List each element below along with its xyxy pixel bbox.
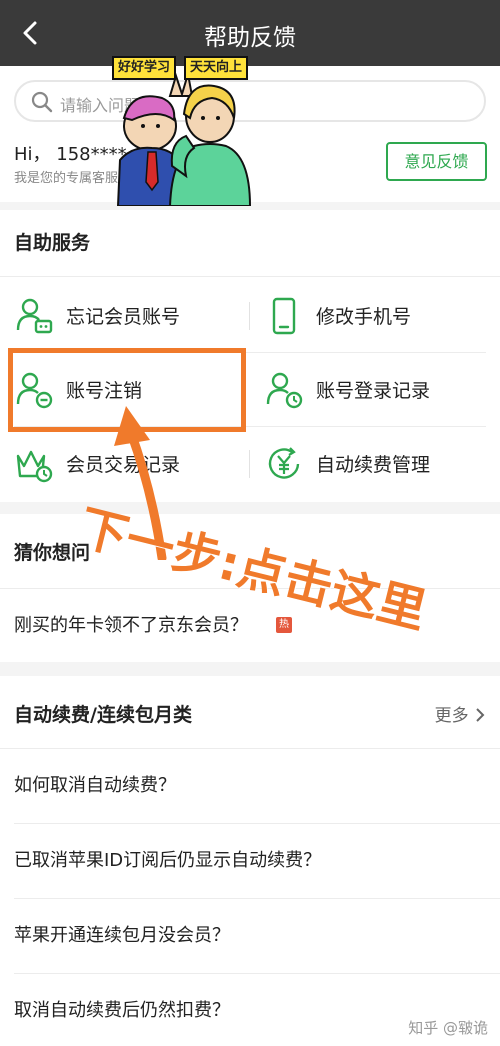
faq-row[interactable]: 苹果开通连续包月没会员？: [0, 898, 500, 972]
question-text: 取消自动续费后仍然扣费？: [14, 1000, 230, 1021]
service-label: 忘记会员账号: [66, 306, 181, 328]
search-icon: [31, 91, 53, 113]
auto-renew-section: 自动续费/连续包月类 更多 如何取消自动续费？ 已取消苹果ID订阅后仍显示自动续…: [0, 676, 500, 1046]
question-text: 如何取消自动续费？: [14, 775, 176, 796]
service-label: 自动续费管理: [316, 454, 431, 476]
yen-cycle-icon: [268, 447, 300, 479]
self-service-title: 自助服务: [14, 232, 91, 254]
page-title: 帮助反馈: [204, 25, 296, 51]
auto-renew-title: 自动续费/连续包月类: [14, 704, 192, 726]
chevron-right-icon: [476, 708, 485, 722]
sticker-tag-progress: 天天向上: [184, 56, 249, 80]
question-text: 刚买的年卡领不了京东会员？: [14, 615, 248, 636]
sticker-tag-study: 好好学习: [112, 56, 177, 80]
divider: [0, 276, 500, 277]
service-forgot-account[interactable]: 忘记会员账号: [0, 280, 240, 352]
question-text: 苹果开通连续包月没会员？: [14, 925, 230, 946]
more-label: 更多: [434, 706, 469, 726]
faq-row[interactable]: 已取消苹果ID订阅后仍显示自动续费？: [0, 823, 500, 897]
more-link[interactable]: 更多: [435, 701, 486, 726]
user-card-icon: [16, 298, 53, 334]
user-clock-icon: [266, 372, 303, 409]
service-label: 账号登录记录: [316, 380, 431, 402]
service-auto-renew-management[interactable]: 自动续费管理: [250, 428, 490, 500]
faq-row[interactable]: 如何取消自动续费？: [0, 748, 500, 822]
service-change-phone[interactable]: 修改手机号: [250, 280, 490, 352]
watermark: 知乎 @皲诡: [408, 1019, 488, 1037]
service-label: 修改手机号: [316, 306, 412, 328]
crown-clock-icon: [16, 450, 53, 483]
feedback-button[interactable]: 意见反馈: [386, 142, 487, 181]
hot-badge: 热: [276, 617, 292, 633]
phone-icon: [272, 297, 296, 335]
question-text: 已取消苹果ID订阅后仍显示自动续费？: [14, 850, 322, 871]
service-login-records[interactable]: 账号登录记录: [250, 354, 490, 426]
study-sticker: 好好学习 天天向上: [110, 56, 260, 207]
